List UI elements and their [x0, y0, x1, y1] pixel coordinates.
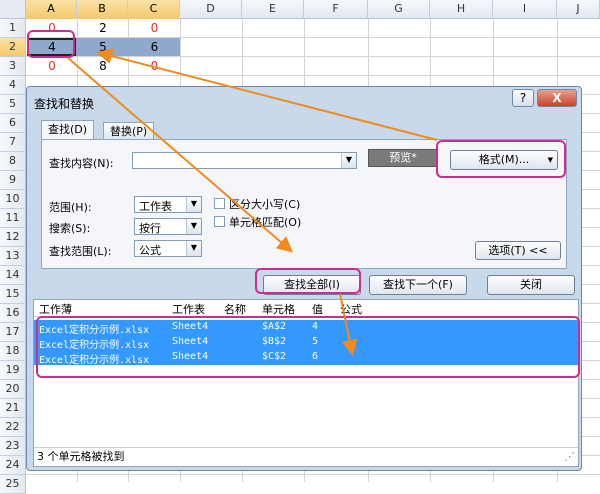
- find-next-button[interactable]: 查找下一个(F): [369, 275, 467, 295]
- row-header-8[interactable]: 8: [0, 152, 26, 171]
- find-what-label: 查找内容(N):: [49, 157, 114, 170]
- dialog-title: 查找和替换: [34, 97, 95, 111]
- row-header-23[interactable]: 23: [0, 437, 26, 456]
- row-header-3[interactable]: 3: [0, 57, 26, 76]
- column-header-j[interactable]: J: [557, 0, 600, 19]
- search-select[interactable]: 按行 ▼: [134, 218, 202, 235]
- help-icon: ?: [519, 91, 527, 105]
- column-header-b[interactable]: B: [77, 0, 128, 19]
- match-case-label: 区分大小写(C): [229, 198, 301, 211]
- highlight-cell-a2: [27, 30, 75, 58]
- match-entire-label: 单元格匹配(O): [229, 216, 302, 229]
- col-value[interactable]: 值: [312, 301, 323, 317]
- chevron-down-icon: ▼: [186, 219, 201, 234]
- look-in-value: 公式: [139, 244, 161, 257]
- row-header-18[interactable]: 18: [0, 342, 26, 361]
- row-header-2[interactable]: 2: [0, 38, 26, 57]
- row-header-9[interactable]: 9: [0, 171, 26, 190]
- cell-c1[interactable]: 0: [129, 19, 180, 37]
- row-header-12[interactable]: 12: [0, 228, 26, 247]
- look-in-select[interactable]: 公式 ▼: [134, 240, 202, 257]
- col-sheet[interactable]: 工作表: [172, 301, 205, 317]
- close-button[interactable]: 关闭: [487, 275, 575, 295]
- window-close-button[interactable]: X: [537, 89, 577, 107]
- status-text: 3 个单元格被找到: [37, 450, 125, 463]
- help-button[interactable]: ?: [512, 89, 534, 107]
- cell-a3[interactable]: 0: [27, 57, 77, 75]
- look-in-label: 查找范围(L):: [49, 245, 112, 258]
- column-header-c[interactable]: C: [128, 0, 180, 19]
- column-header-a[interactable]: A: [26, 0, 77, 19]
- row-header-20[interactable]: 20: [0, 380, 26, 399]
- column-header-g[interactable]: G: [368, 0, 430, 19]
- column-header-d[interactable]: D: [180, 0, 242, 19]
- column-headers: A B C D E F G H I J: [26, 0, 600, 19]
- cell-b3[interactable]: 8: [78, 57, 128, 75]
- format-preview: 预览*: [368, 149, 438, 167]
- row-header-6[interactable]: 6: [0, 114, 26, 133]
- within-select[interactable]: 工作表 ▼: [134, 196, 202, 213]
- chevron-down-icon[interactable]: ▼: [341, 153, 356, 168]
- row-headers: 1 2 3 4 5 6 7 8 9 10 11 12 13 14 15 16 1…: [0, 19, 26, 494]
- row-header-13[interactable]: 13: [0, 247, 26, 266]
- select-all-corner[interactable]: [0, 0, 26, 19]
- row-header-11[interactable]: 11: [0, 209, 26, 228]
- status-bar: 3 个单元格被找到 ⋰: [34, 447, 578, 466]
- search-label: 搜索(S):: [49, 222, 91, 235]
- column-header-e[interactable]: E: [242, 0, 304, 19]
- options-button[interactable]: 选项(T) <<: [475, 241, 561, 260]
- col-name[interactable]: 名称: [224, 301, 246, 317]
- row-header-24[interactable]: 24: [0, 456, 26, 475]
- col-workbook[interactable]: 工作薄: [39, 301, 72, 317]
- row-header-25[interactable]: 25: [0, 475, 26, 494]
- cell-b2[interactable]: 5: [78, 38, 128, 56]
- row-header-1[interactable]: 1: [0, 19, 26, 38]
- close-icon: X: [552, 91, 562, 105]
- chevron-down-icon: ▼: [186, 241, 201, 256]
- match-case-checkbox[interactable]: [214, 198, 225, 209]
- highlight-find-all-button: [255, 268, 361, 294]
- col-cell[interactable]: 单元格: [262, 301, 295, 317]
- row-header-5[interactable]: 5: [0, 95, 26, 114]
- resize-grip-icon[interactable]: ⋰: [564, 448, 575, 465]
- column-header-f[interactable]: F: [304, 0, 368, 19]
- column-header-i[interactable]: I: [493, 0, 557, 19]
- row-header-17[interactable]: 17: [0, 323, 26, 342]
- highlight-results: [36, 316, 580, 378]
- within-value: 工作表: [139, 200, 172, 213]
- cell-b1[interactable]: 2: [78, 19, 128, 37]
- match-entire-checkbox[interactable]: [214, 216, 225, 227]
- chevron-down-icon: ▼: [186, 197, 201, 212]
- row-header-15[interactable]: 15: [0, 285, 26, 304]
- col-formula[interactable]: 公式: [340, 301, 362, 317]
- row-header-4[interactable]: 4: [0, 76, 26, 95]
- row-header-21[interactable]: 21: [0, 399, 26, 418]
- search-value: 按行: [139, 222, 161, 235]
- cell-c3[interactable]: 0: [129, 57, 180, 75]
- row-header-16[interactable]: 16: [0, 304, 26, 323]
- column-header-h[interactable]: H: [430, 0, 493, 19]
- row-header-14[interactable]: 14: [0, 266, 26, 285]
- tab-find[interactable]: 查找(D): [41, 120, 95, 141]
- highlight-format-button: [436, 140, 566, 178]
- within-label: 范围(H):: [49, 201, 92, 214]
- row-header-7[interactable]: 7: [0, 133, 26, 152]
- cell-c2[interactable]: 6: [129, 38, 180, 56]
- row-header-19[interactable]: 19: [0, 361, 26, 380]
- results-header: 工作薄 工作表 名称 单元格 值 公式: [34, 300, 578, 317]
- row-header-22[interactable]: 22: [0, 418, 26, 437]
- find-what-input[interactable]: ▼: [132, 152, 357, 169]
- row-header-10[interactable]: 10: [0, 190, 26, 209]
